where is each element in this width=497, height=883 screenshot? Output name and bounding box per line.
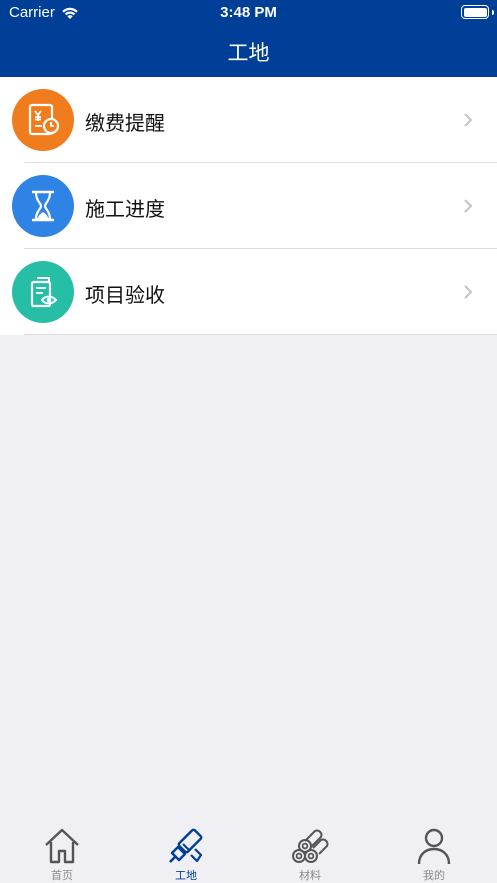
menu-item-construction-progress[interactable]: 施工进度 <box>0 163 497 249</box>
status-bar: Carrier 3:48 PM <box>0 0 497 26</box>
chevron-right-icon <box>463 112 473 132</box>
chevron-right-icon <box>463 284 473 304</box>
tab-profile[interactable]: 我的 <box>372 817 496 883</box>
home-icon <box>43 827 81 865</box>
materials-icon <box>291 827 329 865</box>
menu-item-payment-reminder[interactable]: 缴费提醒 <box>0 77 497 163</box>
tab-label: 我的 <box>423 869 445 882</box>
menu-item-label: 项目验收 <box>85 283 165 307</box>
tab-materials[interactable]: 材料 <box>248 817 372 883</box>
menu-item-label: 施工进度 <box>85 197 165 221</box>
tab-bar: 首页 工地 材料 我的 <box>0 817 497 883</box>
tab-label: 首页 <box>51 869 73 882</box>
hourglass-icon <box>12 175 74 237</box>
battery-icon <box>461 5 489 19</box>
payment-reminder-icon <box>12 89 74 151</box>
menu-item-label: 缴费提醒 <box>85 111 165 135</box>
tab-label: 工地 <box>175 869 197 882</box>
page-title: 工地 <box>227 41 270 65</box>
divider <box>24 334 497 335</box>
tab-label: 材料 <box>299 869 321 882</box>
roller-icon <box>167 827 205 865</box>
tab-home[interactable]: 首页 <box>0 817 124 883</box>
tab-construction-site[interactable]: 工地 <box>124 817 248 883</box>
person-icon <box>415 827 453 865</box>
menu-list: 缴费提醒 施工进度 项目验收 <box>0 77 497 335</box>
header: Carrier 3:48 PM 工地 <box>0 0 497 77</box>
menu-item-project-acceptance[interactable]: 项目验收 <box>0 249 497 335</box>
status-time: 3:48 PM <box>220 4 277 21</box>
document-inspect-icon <box>12 261 74 323</box>
chevron-right-icon <box>463 198 473 218</box>
